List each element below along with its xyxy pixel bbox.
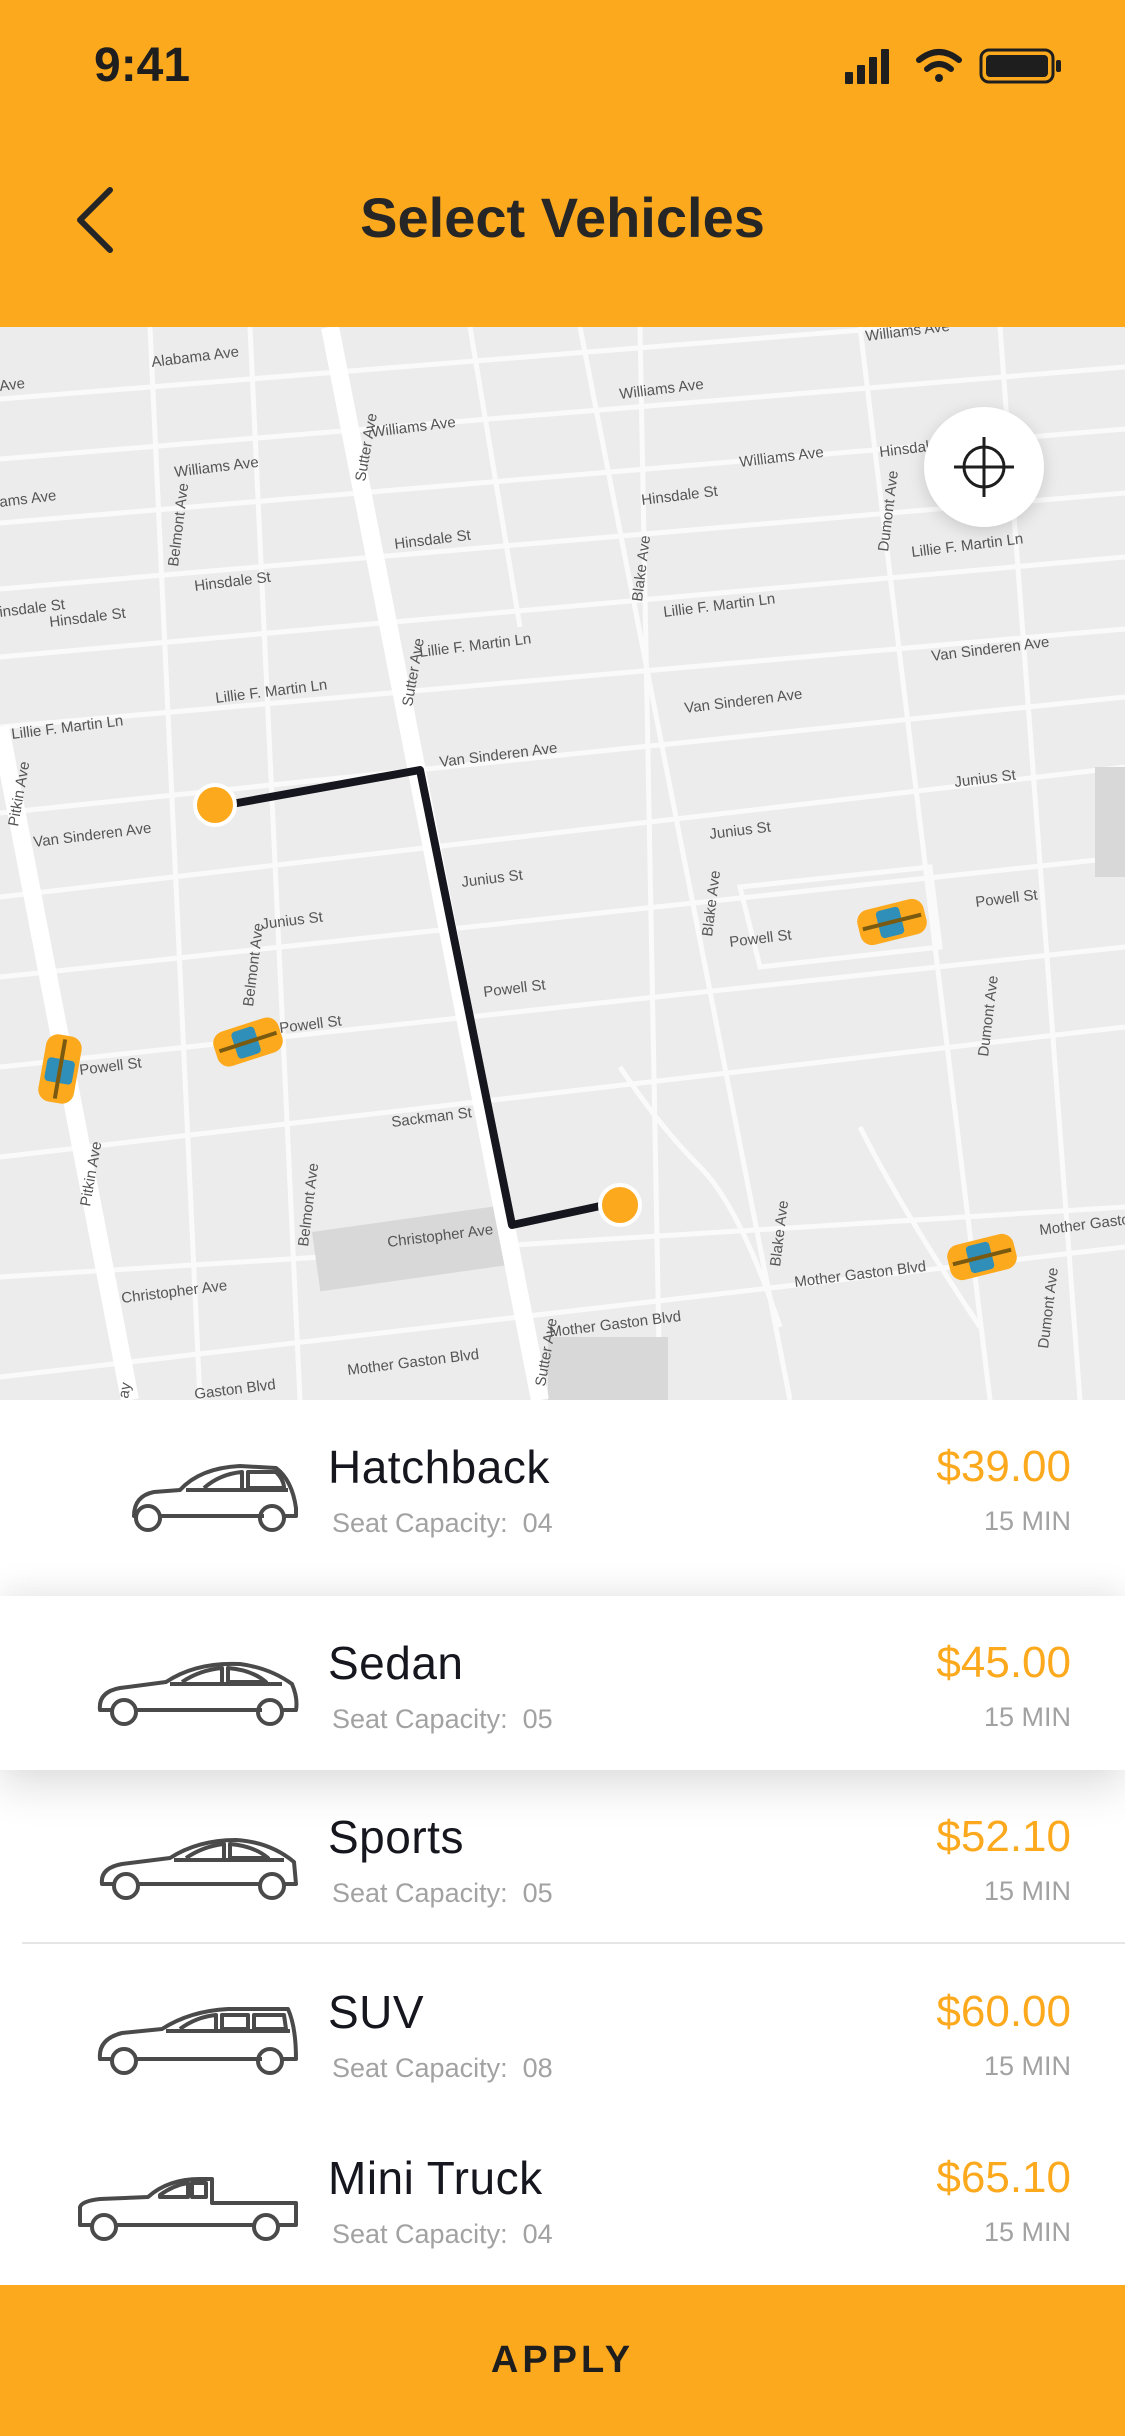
street-label: Van Sinderen Ave xyxy=(438,740,558,771)
vehicle-row-mini-truck[interactable]: Mini Truck Seat Capacity: 04 $65.10 15 M… xyxy=(0,2111,1125,2285)
vehicle-row-hatchback[interactable]: Hatchback Seat Capacity: 04 $39.00 15 MI… xyxy=(0,1400,1125,1574)
wifi-icon xyxy=(916,49,962,82)
street-label: Lillie F. Martin Ln xyxy=(10,712,124,743)
street-label: Dumont Ave xyxy=(1035,1267,1062,1350)
header: 9:41 Select Vehicles xyxy=(0,0,1125,327)
seat-capacity: Seat Capacity: 05 xyxy=(332,1704,553,1734)
locate-me-button[interactable] xyxy=(924,407,1044,527)
map-block xyxy=(548,1337,668,1400)
vehicle-price: $52.10 xyxy=(936,1812,1071,1861)
street-label: Dumont Ave xyxy=(975,975,1002,1058)
street-label: Van Sinderen Ave xyxy=(683,686,803,717)
street-label: Belmont Ave xyxy=(165,482,192,567)
vehicle-eta: 15 MIN xyxy=(983,2051,1071,2081)
street-label: Hinsdale St xyxy=(640,483,719,509)
vehicle-row-sports[interactable]: Sports Seat Capacity: 05 $52.10 15 MIN xyxy=(0,1770,1125,1944)
street-label: Mother Gaston Blvd xyxy=(793,1258,927,1291)
vehicle-name: Sports xyxy=(328,1811,464,1863)
street-label: Williams Ave xyxy=(618,376,704,403)
vehicle-name: Hatchback xyxy=(328,1441,550,1493)
vehicle-list: Hatchback Seat Capacity: 04 $39.00 15 MI… xyxy=(0,1400,1125,2285)
street-label: Christopher Ave xyxy=(120,1277,228,1307)
street-label: Alabama Ave xyxy=(150,343,240,371)
suv-car-icon xyxy=(97,2007,298,2075)
vehicle-name: Mini Truck xyxy=(328,2152,543,2204)
street-label: Lillie F. Martin Ln xyxy=(418,630,532,661)
signal-icon xyxy=(845,49,889,84)
street-label: Blake Ave xyxy=(699,869,724,937)
street-label: Van Sinderen Ave xyxy=(32,820,152,851)
taxi-icon[interactable] xyxy=(210,1014,286,1069)
seat-capacity: Seat Capacity: 04 xyxy=(332,1508,553,1538)
street-label: Mother Gaston Blvd xyxy=(346,1346,480,1379)
street-label: Junius St xyxy=(260,908,324,932)
row-divider xyxy=(22,1942,1125,1944)
street-label: Ave xyxy=(0,375,26,395)
taxi-icon[interactable] xyxy=(945,1231,1020,1282)
vehicle-eta: 15 MIN xyxy=(983,1702,1071,1732)
street-label: Junius St xyxy=(460,866,524,890)
street-label: Powell St xyxy=(482,976,547,1001)
hatchback-car-icon xyxy=(132,1464,298,1532)
sedan-car-icon xyxy=(97,1661,299,1726)
vehicle-price: $65.10 xyxy=(936,2153,1071,2202)
street-label: Blake Ave xyxy=(767,1199,792,1267)
street-label: Junius St xyxy=(953,766,1017,790)
page-title: Select Vehicles xyxy=(360,186,765,249)
street-label: Belmont Ave xyxy=(240,922,267,1007)
vehicle-price: $60.00 xyxy=(936,1987,1071,2036)
status-time: 9:41 xyxy=(94,39,191,92)
vehicle-name: Sedan xyxy=(328,1637,464,1689)
vehicle-name: SUV xyxy=(328,1986,425,2038)
vehicle-price: $39.00 xyxy=(936,1442,1071,1491)
map-block xyxy=(312,1204,519,1292)
street-label: Powell St xyxy=(728,926,793,951)
map-block xyxy=(1095,767,1125,877)
vehicle-eta: 15 MIN xyxy=(983,1876,1071,1906)
route-start-marker xyxy=(193,783,237,827)
street-label: Williams Ave xyxy=(738,444,824,471)
street-label: Lillie F. Martin Ln xyxy=(910,530,1024,561)
street-label: Williams Ave xyxy=(864,327,950,345)
street-label: ams Ave xyxy=(0,487,57,511)
vehicle-price: $45.00 xyxy=(936,1638,1071,1687)
battery-icon xyxy=(979,48,1061,84)
seat-capacity: Seat Capacity: 08 xyxy=(332,2053,553,2083)
vehicle-eta: 15 MIN xyxy=(983,2217,1071,2247)
seat-capacity: Seat Capacity: 04 xyxy=(332,2219,553,2249)
street-label: Junius St xyxy=(708,818,772,842)
street-label: Williams Ave xyxy=(173,454,259,481)
vehicle-row-suv[interactable]: SUV Seat Capacity: 08 $60.00 15 MIN xyxy=(0,1945,1125,2119)
street-label: Blake Ave xyxy=(629,534,654,602)
street-label: Williams Ave xyxy=(370,414,456,441)
street-label: Powell St xyxy=(974,886,1039,911)
pickup-truck-icon xyxy=(78,2177,298,2241)
sports-car-icon xyxy=(99,1838,298,1900)
street-label: Gaston Blvd xyxy=(193,1376,276,1400)
apply-button[interactable]: APPLY xyxy=(0,2285,1125,2436)
vehicle-row-sedan[interactable]: Sedan Seat Capacity: 05 $45.00 15 MIN xyxy=(0,1596,1125,1770)
taxi-icon[interactable] xyxy=(855,896,930,947)
vehicle-eta: 15 MIN xyxy=(983,1506,1071,1536)
seat-capacity: Seat Capacity: 05 xyxy=(332,1878,553,1908)
route-end-marker xyxy=(598,1183,642,1227)
crosshair-icon xyxy=(954,437,1014,497)
status-icons xyxy=(845,48,1061,84)
